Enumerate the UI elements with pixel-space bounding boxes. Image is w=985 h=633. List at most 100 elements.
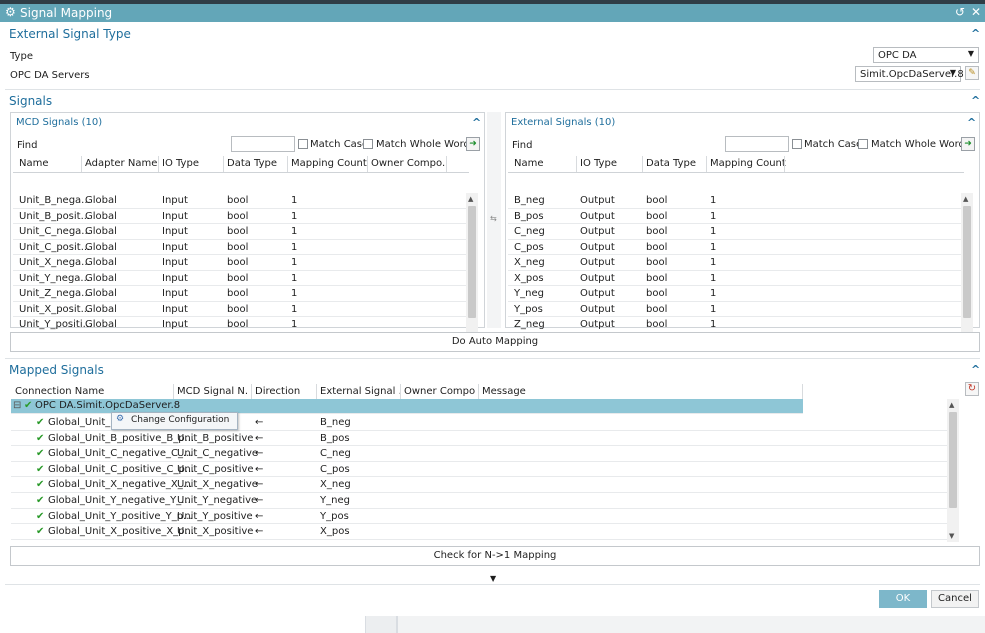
mcd-cell: bool xyxy=(227,272,249,284)
mapped-col-owner[interactable]: Owner Compo... xyxy=(404,386,476,397)
external-scrollbar[interactable]: ▲ ▼ xyxy=(961,193,973,345)
dialog-titlebar[interactable]: ⚙ Signal Mapping ↺ ✕ xyxy=(0,4,985,22)
external-cell: 1 xyxy=(710,288,717,299)
collapse-mcd-icon[interactable]: ^ xyxy=(472,116,481,129)
scroll-up-icon[interactable]: ▲ xyxy=(468,195,473,203)
mcd-col-name[interactable]: Name xyxy=(19,158,49,169)
mcd-cell: bool xyxy=(227,241,249,253)
mcd-table-row[interactable]: Unit_X_posit... Global Input bool 1 xyxy=(13,302,466,317)
collapse-external-signal-type-icon[interactable]: ^ xyxy=(971,27,980,40)
mcd-scrollbar[interactable]: ▲ ▼ xyxy=(466,193,478,345)
external-table-row[interactable]: Y_pos Output bool 1 xyxy=(508,302,961,317)
do-auto-mapping-button[interactable]: Do Auto Mapping xyxy=(10,332,980,352)
mcd-match-whole-word-label: Match Whole Word xyxy=(376,139,470,150)
ext-col-name[interactable]: Name xyxy=(514,158,544,169)
mcd-col-adapter[interactable]: Adapter Name xyxy=(85,158,157,169)
mapped-cell: Unit_C_positive xyxy=(177,463,254,475)
external-match-case-checkbox[interactable] xyxy=(792,139,802,149)
external-table-row[interactable]: B_pos Output bool 1 xyxy=(508,209,961,224)
mapped-cell: Y_neg xyxy=(320,495,350,506)
collapse-mapped-icon[interactable]: ^ xyxy=(971,363,980,376)
mapped-table-row[interactable]: ✔ Global_Unit_X_positive_X_p... Unit_X_pos… xyxy=(11,524,947,540)
mapped-table-row[interactable]: ✔ Global_Unit_Y_positive_Y_p... Unit_Y_pos… xyxy=(11,509,947,525)
mcd-col-owner[interactable]: Owner Compo... xyxy=(371,158,445,169)
panel-splitter[interactable]: ⇆ xyxy=(487,112,501,328)
mapped-table-row[interactable]: ✔ Global_Unit_B_positive_B_p... Unit_B_pos… xyxy=(11,431,947,447)
mapped-scroll-thumb[interactable] xyxy=(949,412,957,508)
ok-button[interactable]: OK xyxy=(879,590,927,608)
mcd-cell: Unit_X_nega... xyxy=(19,257,91,268)
scroll-up-icon[interactable]: ▲ xyxy=(963,195,968,203)
cancel-button[interactable]: Cancel xyxy=(931,590,979,608)
servers-select[interactable]: Simit.OpcDaServer.8 ▼ xyxy=(855,66,964,82)
mcd-cell: 1 xyxy=(291,257,298,268)
external-table-row[interactable]: Y_neg Output bool 1 xyxy=(508,286,961,302)
scroll-up-icon[interactable]: ▲ xyxy=(949,401,954,409)
external-scroll-thumb[interactable] xyxy=(963,206,971,318)
external-find-go-icon[interactable]: ➜ xyxy=(961,137,975,151)
mapped-table-row[interactable]: ✔ Global_Unit_C_negative_C_... Unit_C_nega… xyxy=(11,446,947,462)
external-find-input[interactable] xyxy=(725,136,789,152)
collapse-external-icon[interactable]: ^ xyxy=(967,116,976,129)
mcd-cell: bool xyxy=(227,257,249,268)
mcd-table-row[interactable]: Unit_C_posit... Global Input bool 1 xyxy=(13,240,466,255)
context-menu: ⚙ Change Configuration xyxy=(111,412,238,430)
mcd-cell: Input xyxy=(162,272,188,284)
check-icon: ✔ xyxy=(36,463,45,475)
mcd-table-row[interactable]: Unit_B_posit... Global Input bool 1 xyxy=(13,209,466,224)
external-table-header: Name IO Type Data Type Mapping Count xyxy=(508,156,964,173)
check-n-to-1-mapping-button[interactable]: Check for N->1 Mapping xyxy=(10,546,980,566)
ext-col-io-type[interactable]: IO Type xyxy=(580,158,617,169)
mcd-table-row[interactable]: Unit_Y_nega... Global Input bool 1 xyxy=(13,271,466,286)
external-cell: B_pos xyxy=(514,210,544,222)
mcd-table-row[interactable]: Unit_C_nega... Global Input bool 1 xyxy=(13,224,466,240)
external-table-row[interactable]: X_neg Output bool 1 xyxy=(508,255,961,271)
mcd-find-go-icon[interactable]: ➜ xyxy=(466,137,480,151)
external-table-row[interactable]: Z_neg Output bool 1 xyxy=(508,317,961,333)
ext-col-mapping-count[interactable]: Mapping Count xyxy=(710,158,786,169)
type-select[interactable]: OPC DA ▼ xyxy=(873,47,979,63)
mcd-find-input[interactable] xyxy=(231,136,295,152)
reset-icon[interactable]: ↺ xyxy=(955,5,965,19)
tree-collapse-icon[interactable]: ⊟ xyxy=(13,400,21,411)
mcd-col-io-type[interactable]: IO Type xyxy=(162,158,199,169)
external-table-row[interactable]: X_pos Output bool 1 xyxy=(508,271,961,286)
mcd-match-case-checkbox[interactable] xyxy=(298,139,308,149)
mcd-col-mapping-count[interactable]: Mapping Count xyxy=(291,158,367,169)
check-icon: ✔ xyxy=(36,495,45,506)
expand-more-icon[interactable]: ▼ xyxy=(490,574,496,583)
mcd-match-whole-word-checkbox[interactable] xyxy=(363,139,373,149)
scroll-down-icon[interactable]: ▼ xyxy=(949,532,954,540)
mapped-col-mcd-signal[interactable]: MCD Signal N... xyxy=(177,386,249,397)
refresh-mapping-icon[interactable]: ↻ xyxy=(965,382,979,396)
mcd-table-row[interactable]: Unit_B_nega... Global Input bool 1 xyxy=(13,193,466,209)
mapped-col-external-signal[interactable]: External Signal ... xyxy=(320,386,400,397)
mapped-cell: Global_Unit_C_negative_C_... xyxy=(48,448,193,460)
external-match-whole-word-checkbox[interactable] xyxy=(858,139,868,149)
mapped-scrollbar[interactable]: ▲ ▼ xyxy=(947,399,959,542)
mcd-table-row[interactable]: Unit_X_nega... Global Input bool 1 xyxy=(13,255,466,271)
mapped-table-row[interactable]: ✔ Global_Unit_Y_negative_Y_... Unit_Y_nega… xyxy=(11,493,947,509)
mapped-col-message[interactable]: Message xyxy=(482,386,526,397)
mcd-table-row[interactable]: Unit_Z_nega... Global Input bool 1 xyxy=(13,286,466,302)
external-table-row[interactable]: C_pos Output bool 1 xyxy=(508,240,961,255)
mcd-find-label: Find xyxy=(17,140,38,151)
mcd-table-row[interactable]: Unit_Y_positi... Global Input bool 1 xyxy=(13,317,466,333)
mapped-col-direction[interactable]: Direction xyxy=(255,386,300,397)
mapped-col-connection[interactable]: Connection Name xyxy=(15,386,104,397)
mapped-table-row[interactable]: ✔ Global_Unit_X_negative_X_... Unit_X_nega… xyxy=(11,477,947,493)
external-table-row[interactable]: B_neg Output bool 1 xyxy=(508,193,961,209)
mcd-scroll-thumb[interactable] xyxy=(468,206,476,318)
close-icon[interactable]: ✕ xyxy=(971,5,981,19)
external-table-row[interactable]: C_neg Output bool 1 xyxy=(508,224,961,240)
mcd-cell: Global xyxy=(85,210,117,222)
mcd-col-data-type[interactable]: Data Type xyxy=(227,158,277,169)
collapse-signals-icon[interactable]: ^ xyxy=(971,94,980,107)
external-cell: bool xyxy=(646,319,668,330)
mapped-table-row[interactable]: ✔ Global_Unit_C_positive_C_p... Unit_C_pos… xyxy=(11,462,947,478)
menu-item-change-configuration[interactable]: Change Configuration xyxy=(131,415,229,425)
ext-col-data-type[interactable]: Data Type xyxy=(646,158,696,169)
external-cell: B_neg xyxy=(514,195,545,206)
external-cell: Output xyxy=(580,272,615,284)
browse-servers-icon[interactable]: ✎ xyxy=(965,66,979,80)
